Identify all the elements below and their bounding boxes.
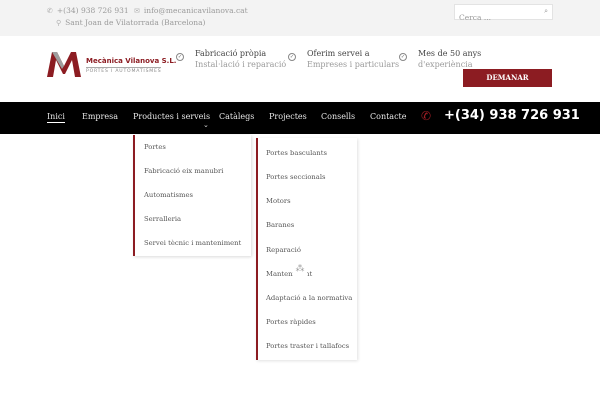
feature-title: Mes de 50 anys — [418, 49, 482, 58]
phone-handset-icon: ✆ — [421, 109, 432, 123]
topbar-address-text: Sant Joan de Vilatorrada (Barcelona) — [65, 18, 206, 27]
dropdown-item-serralleria[interactable]: Serralleria — [144, 215, 181, 223]
dropdown-item-portes[interactable]: Portes — [144, 143, 166, 151]
topbar-email-text: info@mecanicavilanova.cat — [143, 6, 248, 15]
check-circle-icon: ✓ — [176, 53, 184, 61]
phone-icon: ✆ — [47, 6, 53, 15]
nav-item-empresa[interactable]: Empresa — [82, 112, 118, 121]
map-pin-icon: ⚲ — [56, 18, 62, 27]
dropdown-item-servei-tecnic[interactable]: Servei tècnic i manteniment — [144, 239, 241, 247]
search-input[interactable] — [455, 10, 535, 25]
envelope-icon: ✉ — [134, 6, 140, 15]
logo-subtitle: PORTES I AUTOMATISMES — [86, 67, 162, 74]
logo-name: Mecànica Vilanova S.L. — [86, 57, 177, 65]
feature-subtitle: Instal·lació i reparació — [195, 60, 287, 69]
feature-title: Oferim servei a — [307, 49, 370, 58]
submenu-item[interactable]: Portes basculants — [266, 149, 327, 157]
company-logo[interactable]: Mecànica Vilanova S.L. PORTES I AUTOMATI… — [46, 50, 176, 80]
logo-mark-icon — [47, 52, 81, 77]
feature-subtitle: d'experiència — [418, 60, 473, 69]
loading-spinner-icon: ⁂ — [293, 262, 307, 276]
topbar-phone[interactable]: ✆ +(34) 938 726 931 — [47, 6, 129, 15]
submenu-item[interactable]: Portes ràpides — [266, 318, 316, 326]
request-quote-button[interactable]: DEMANAR PRESSUPOST — [463, 69, 552, 100]
nav-phone-number[interactable]: +(34) 938 726 931 — [444, 108, 580, 123]
submenu-item[interactable]: Portes traster i tallafocs — [266, 342, 349, 350]
submenu-item[interactable]: Portes seccionals — [266, 173, 326, 181]
submenu-item[interactable]: Adaptació a la normativa — [266, 294, 352, 302]
magnifier-icon[interactable]: ⌕ — [544, 7, 548, 16]
feature-subtitle: Empreses i particulars — [307, 60, 400, 69]
nav-item-consells[interactable]: Consells — [321, 112, 355, 121]
check-circle-icon: ✓ — [288, 53, 296, 61]
nav-item-inici[interactable]: Inici — [47, 112, 65, 123]
chevron-down-icon: ⌄ — [203, 121, 209, 129]
top-bar: ✆ +(34) 938 726 931 ✉ info@mecanicavilan… — [0, 0, 600, 36]
check-circle-icon: ✓ — [399, 53, 407, 61]
topbar-phone-text: +(34) 938 726 931 — [56, 6, 129, 15]
submenu-item[interactable]: Baranes — [266, 221, 294, 229]
topbar-address: ⚲ Sant Joan de Vilatorrada (Barcelona) — [56, 18, 205, 27]
portes-submenu: Portes basculants Portes seccionals Moto… — [256, 138, 357, 360]
submenu-item[interactable]: Motors — [266, 197, 291, 205]
topbar-email[interactable]: ✉ info@mecanicavilanova.cat — [134, 6, 248, 15]
nav-item-catalegs[interactable]: Catàlegs — [219, 112, 254, 121]
dropdown-item-fabricacio[interactable]: Fabricació eix manubri — [144, 167, 223, 175]
search-box: ⌕ — [454, 4, 553, 25]
submenu-item[interactable]: Reparació — [266, 246, 301, 254]
nav-item-contacte[interactable]: Contacte — [370, 112, 407, 121]
products-dropdown: Portes Fabricació eix manubri Automatism… — [133, 135, 251, 256]
feature-title: Fabricació pròpia — [195, 49, 267, 58]
nav-item-productes[interactable]: Productes i serveis — [133, 112, 210, 121]
dropdown-item-automatismes[interactable]: Automatismes — [144, 191, 193, 199]
nav-item-projectes[interactable]: Projectes — [269, 112, 307, 121]
